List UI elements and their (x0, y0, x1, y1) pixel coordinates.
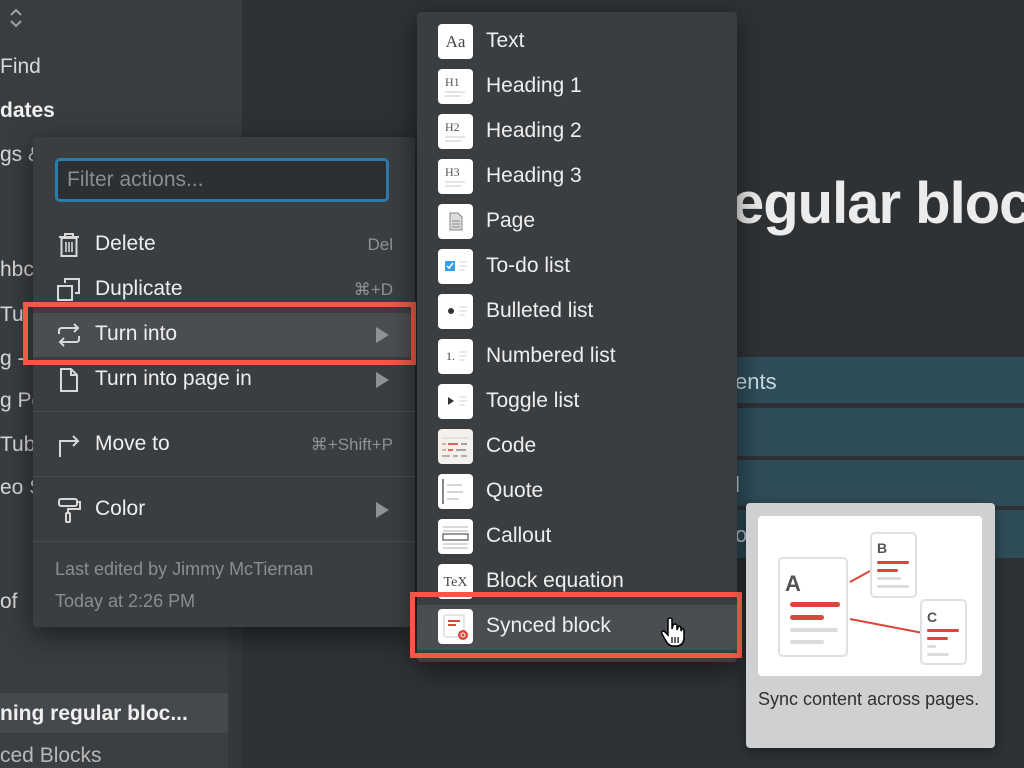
trash-icon (55, 231, 83, 259)
menu-item-label: Toggle list (486, 389, 580, 412)
turn-into-heading-2[interactable]: H2 Heading 2 (417, 110, 737, 155)
menu-item-label: Turn into page in (95, 367, 252, 390)
menu-item-label: Delete (95, 232, 156, 255)
sidebar-page-item[interactable]: Tub (0, 433, 35, 457)
turn-into-bulleted-list[interactable]: Bulleted list (417, 290, 737, 335)
page-title: egular bloc (732, 171, 1024, 236)
code-thumb-icon (438, 429, 473, 464)
row-text: ents (735, 369, 777, 394)
menu-divider (33, 476, 415, 477)
workspace-switcher-icon[interactable] (8, 6, 24, 30)
last-edited-by: Last edited by Jimmy McTiernan (55, 559, 314, 579)
menu-divider (33, 411, 415, 412)
menu-item-label: Numbered list (486, 344, 616, 367)
sidebar-page-item[interactable]: of (0, 590, 18, 614)
turn-into-toggle-list[interactable]: Toggle list (417, 380, 737, 425)
synced-block-highlight (410, 592, 742, 658)
thumb-glyph: 1. (446, 349, 455, 363)
heading3-thumb-icon: H3 (438, 159, 473, 194)
callout-thumb-icon (438, 519, 473, 554)
menu-item-label: Page (486, 209, 536, 232)
menu-item-label: Heading 3 (486, 164, 582, 187)
turn-into-quote[interactable]: Quote (417, 470, 737, 515)
bulleted-thumb-icon (438, 294, 473, 329)
heading2-thumb-icon: H2 (438, 114, 473, 149)
turn-into-heading-1[interactable]: H1 Heading 1 (417, 65, 737, 110)
database-row[interactable] (735, 408, 1024, 456)
sidebar-active-page-label: ning regular bloc... (0, 702, 188, 725)
sidebar-page-item[interactable]: ced Blocks (0, 735, 228, 768)
menu-item-label: Block equation (486, 569, 624, 592)
menu-item-label: Heading 2 (486, 119, 582, 142)
duplicate-icon (55, 276, 83, 304)
database-row[interactable]: ents (735, 357, 1024, 403)
sidebar-item-updates[interactable]: dates (0, 99, 55, 123)
menu-item-label: Code (486, 434, 537, 457)
menu-item-move-to[interactable]: Move to ⌘+Shift+P (33, 423, 415, 467)
shortcut-hint: ⌘+Shift+P (310, 435, 393, 454)
menu-divider (33, 541, 415, 542)
turn-into-highlight (23, 302, 416, 365)
sidebar-scrollbar[interactable] (228, 610, 242, 768)
thumb-glyph: TeX (444, 575, 468, 590)
menu-item-label: Text (486, 29, 525, 52)
quote-thumb-icon (438, 474, 473, 509)
text-thumb-icon: Aa (438, 24, 473, 59)
menu-item-label: Color (95, 497, 146, 520)
turn-into-numbered-list[interactable]: 1. Numbered list (417, 335, 737, 380)
thumb-glyph: H3 (445, 165, 460, 179)
turn-into-text[interactable]: Aa Text (417, 20, 737, 65)
page-icon (55, 366, 83, 394)
thumb-glyph: H1 (445, 75, 460, 89)
turn-into-page[interactable]: Page (417, 200, 737, 245)
sidebar-page-item[interactable]: hbc (0, 258, 34, 282)
menu-item-label: Bulleted list (486, 299, 594, 322)
page-c-label: C (927, 609, 937, 625)
block-actions-menu: Delete Del Duplicate ⌘+D Turn into Turn … (33, 137, 415, 627)
sidebar-page-item[interactable]: g - (0, 347, 25, 371)
synced-block-preview: A B C Sync content across pages. (746, 503, 995, 748)
thumb-glyph: Aa (446, 32, 466, 51)
menu-item-color[interactable]: Color (33, 488, 415, 532)
last-edited-time: Today at 2:26 PM (55, 591, 196, 611)
preview-caption: Sync content across pages. (758, 689, 980, 709)
menu-item-label: Heading 1 (486, 74, 582, 97)
menu-item-label: Move to (95, 432, 170, 455)
sidebar-item-find[interactable]: Find (0, 55, 41, 79)
turn-into-submenu: Aa Text H1 Heading 1 H2 Heading 2 H3 Hea… (417, 12, 737, 662)
menu-item-label: Callout (486, 524, 552, 547)
submenu-arrow-icon (376, 372, 389, 388)
synced-block-illustration: A B C (758, 516, 982, 676)
database-row[interactable]: l (735, 460, 1024, 506)
filter-actions-input[interactable] (55, 158, 389, 202)
sidebar-page-item[interactable]: Tu (0, 303, 24, 327)
heading1-thumb-icon: H1 (438, 69, 473, 104)
shortcut-hint: Del (367, 235, 393, 254)
turn-into-heading-3[interactable]: H3 Heading 3 (417, 155, 737, 200)
numbered-thumb-icon: 1. (438, 339, 473, 374)
move-to-icon (55, 431, 83, 459)
hand-pointer-cursor-icon (660, 616, 686, 648)
page-b-label: B (877, 540, 887, 556)
turn-into-code[interactable]: Code (417, 425, 737, 470)
menu-item-label: Quote (486, 479, 544, 502)
shortcut-hint: ⌘+D (353, 280, 393, 299)
submenu-arrow-icon (376, 502, 389, 518)
todo-thumb-icon (438, 249, 473, 284)
menu-item-delete[interactable]: Delete Del (33, 223, 415, 267)
turn-into-todo-list[interactable]: To-do list (417, 245, 737, 290)
paint-roller-icon (55, 496, 83, 524)
sidebar-active-page[interactable]: ning regular bloc... (0, 693, 228, 733)
menu-item-label: Duplicate (95, 277, 183, 300)
sidebar-page-label: ced Blocks (0, 744, 102, 767)
turn-into-callout[interactable]: Callout (417, 515, 737, 560)
thumb-glyph: H2 (445, 120, 460, 134)
page-thumb-icon (438, 204, 473, 239)
page-a-label: A (785, 571, 801, 596)
menu-item-label: To-do list (486, 254, 571, 277)
toggle-thumb-icon (438, 384, 473, 419)
